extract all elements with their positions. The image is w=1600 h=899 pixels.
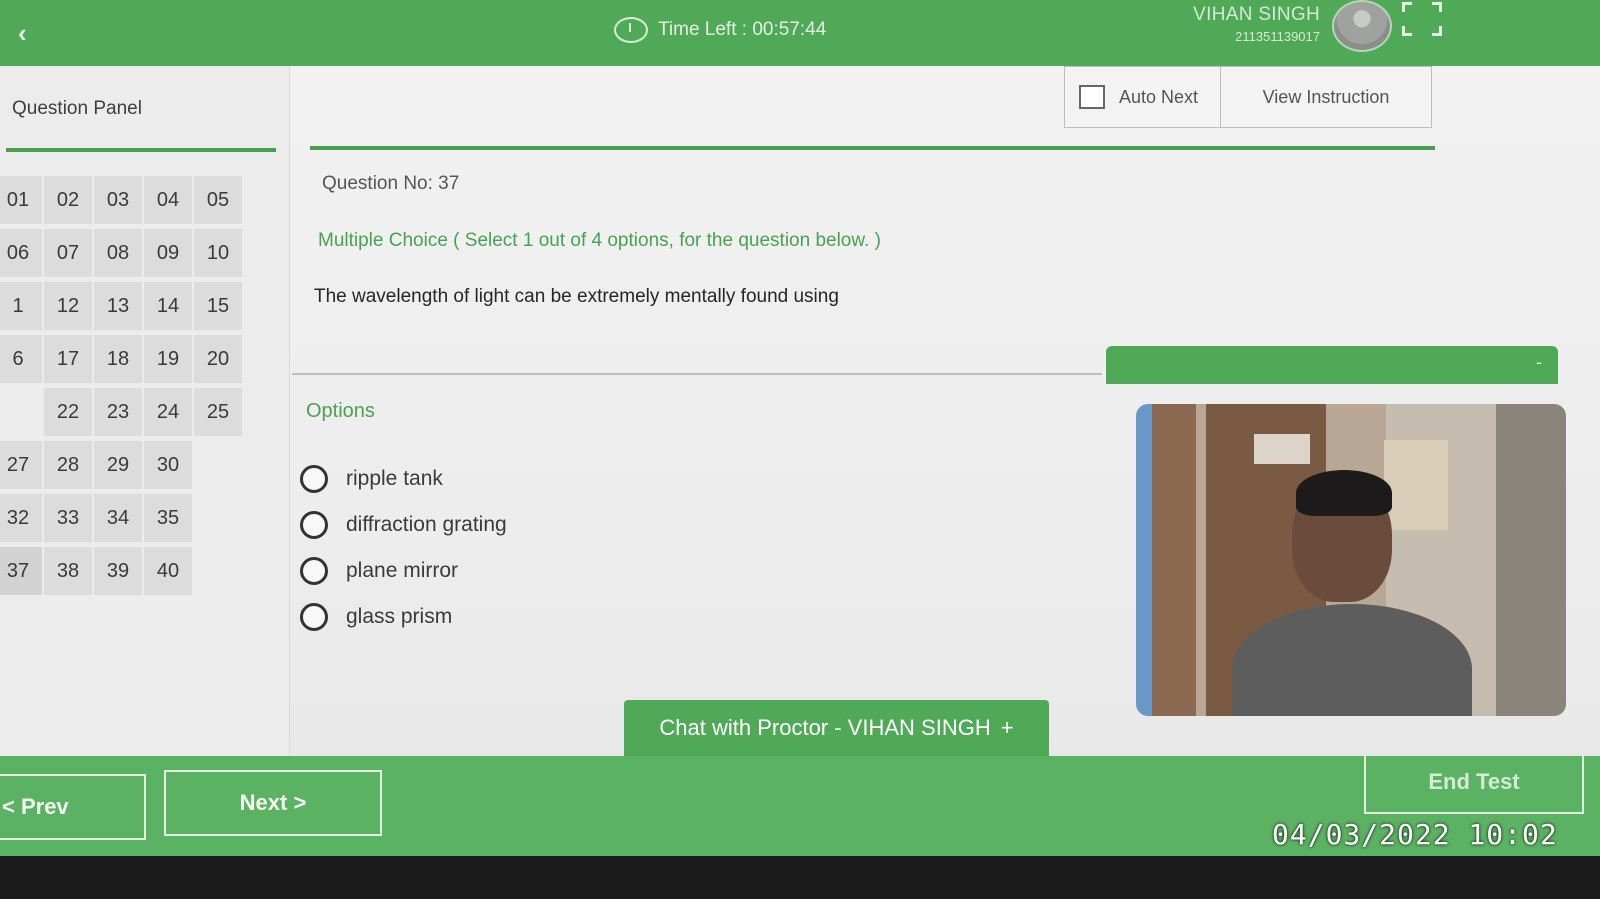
monitor-bezel	[0, 856, 1600, 899]
question-number-button[interactable]: 40	[144, 547, 192, 595]
exam-screen: ‹ Time Left : 00:57:44 VIHAN SINGH 21135…	[0, 0, 1600, 870]
prev-button[interactable]: < Prev	[0, 774, 146, 840]
question-panel: Question Panel 01 02 03 04 05 06 07 08 09 10 1 12 13…	[0, 66, 290, 766]
question-number-button[interactable]: 38	[44, 547, 92, 595]
question-number-button[interactable]: 30	[144, 441, 192, 489]
user-id: 211351139017	[1235, 29, 1320, 44]
end-test-button[interactable]: End Test	[1364, 750, 1584, 814]
view-instruction-button[interactable]: View Instruction	[1221, 67, 1431, 127]
auto-next-label: Auto Next	[1119, 86, 1199, 107]
question-number-button[interactable]: 02	[44, 176, 92, 224]
chat-with-proctor-button[interactable]: Chat with Proctor - VIHAN SINGH +	[624, 700, 1049, 756]
question-number-button[interactable]: 28	[44, 441, 92, 489]
user-info: VIHAN SINGH 211351139017	[1160, 4, 1320, 44]
option-label: diffraction grating	[346, 513, 507, 536]
question-number-button[interactable]: 09	[144, 229, 192, 277]
options-list: ripple tank diffraction grating plane mi…	[300, 456, 507, 640]
plus-icon: +	[1000, 715, 1014, 740]
stopwatch-icon	[614, 17, 648, 43]
question-number-button[interactable]: 37	[0, 547, 42, 595]
header-bar: ‹ Time Left : 00:57:44 VIHAN SINGH 21135…	[0, 0, 1600, 66]
question-number-button[interactable]: 27	[0, 441, 42, 489]
question-number-button[interactable]: 15	[194, 282, 242, 330]
question-number-button[interactable]: 34	[94, 494, 142, 542]
radio-button[interactable]	[300, 557, 328, 585]
question-number-button[interactable]: 18	[94, 335, 142, 383]
question-number-button[interactable]: 32	[0, 494, 42, 542]
question-number-button[interactable]: 22	[44, 388, 92, 436]
chevron-left-icon[interactable]: ‹	[18, 20, 44, 46]
toolbar: Auto Next View Instruction	[1064, 66, 1432, 128]
options-label: Options	[306, 400, 375, 422]
webcam-feed	[1136, 404, 1566, 716]
question-number-button[interactable]: 20	[194, 335, 242, 383]
question-number-button[interactable]: 19	[144, 335, 192, 383]
question-number-button[interactable]: 08	[94, 229, 142, 277]
main-divider	[310, 146, 1435, 150]
question-number-button[interactable]: 39	[94, 547, 142, 595]
question-number-button[interactable]: 6	[0, 335, 42, 383]
question-number-button[interactable]: 10	[194, 229, 242, 277]
option-3[interactable]: plane mirror	[300, 548, 507, 594]
minimize-button[interactable]: -	[1536, 352, 1542, 373]
option-label: plane mirror	[346, 559, 459, 582]
question-number-button[interactable]: 23	[94, 388, 142, 436]
question-number-button[interactable]: 07	[44, 229, 92, 277]
photo-timestamp: 04/03/2022 10:02	[1272, 818, 1558, 851]
next-button[interactable]: Next >	[164, 770, 382, 836]
question-text: The wavelength of light can be extremely…	[314, 286, 839, 307]
question-number-button[interactable]: 05	[194, 176, 242, 224]
fullscreen-icon[interactable]	[1402, 2, 1442, 36]
question-number-button[interactable]: 25	[194, 388, 242, 436]
avatar	[1332, 0, 1392, 52]
auto-next-checkbox[interactable]	[1079, 85, 1105, 109]
section-divider	[292, 373, 1102, 375]
panel-divider	[6, 148, 276, 152]
proctor-camera-panel: -	[1106, 346, 1600, 726]
question-number-button[interactable]: 04	[144, 176, 192, 224]
question-grid: 01 02 03 04 05 06 07 08 09 10 1 12 13 14 15 6 17 18 19 20 22…	[0, 176, 244, 595]
question-number-button[interactable]: 03	[94, 176, 142, 224]
option-label: glass prism	[346, 605, 453, 628]
option-label: ripple tank	[346, 467, 443, 490]
question-number-button[interactable]: 13	[94, 282, 142, 330]
auto-next-toggle[interactable]: Auto Next	[1065, 67, 1221, 127]
question-number-button[interactable]: 29	[94, 441, 142, 489]
timer-text: Time Left : 00:57:44	[658, 19, 827, 40]
option-1[interactable]: ripple tank	[300, 456, 507, 502]
question-type: Multiple Choice ( Select 1 out of 4 opti…	[318, 230, 881, 251]
question-number-button[interactable]: 12	[44, 282, 92, 330]
question-number-button[interactable]: 06	[0, 229, 42, 277]
option-4[interactable]: glass prism	[300, 594, 507, 640]
panel-title: Question Panel	[12, 98, 142, 119]
question-number-button[interactable]: 33	[44, 494, 92, 542]
radio-button[interactable]	[300, 511, 328, 539]
timer: Time Left : 00:57:44	[614, 14, 826, 46]
radio-button[interactable]	[300, 465, 328, 493]
proctor-panel-header: -	[1106, 346, 1558, 384]
question-number: Question No: 37	[322, 173, 460, 194]
option-2[interactable]: diffraction grating	[300, 502, 507, 548]
question-number-button[interactable]: 01	[0, 176, 42, 224]
question-number-button[interactable]: 24	[144, 388, 192, 436]
question-number-button[interactable]: 17	[44, 335, 92, 383]
chat-label: Chat with Proctor - VIHAN SINGH	[659, 715, 991, 740]
question-number-button[interactable]: 1	[0, 282, 42, 330]
radio-button[interactable]	[300, 603, 328, 631]
question-number-button[interactable]: 14	[144, 282, 192, 330]
question-number-button[interactable]: 35	[144, 494, 192, 542]
user-name: VIHAN SINGH	[1193, 4, 1320, 25]
